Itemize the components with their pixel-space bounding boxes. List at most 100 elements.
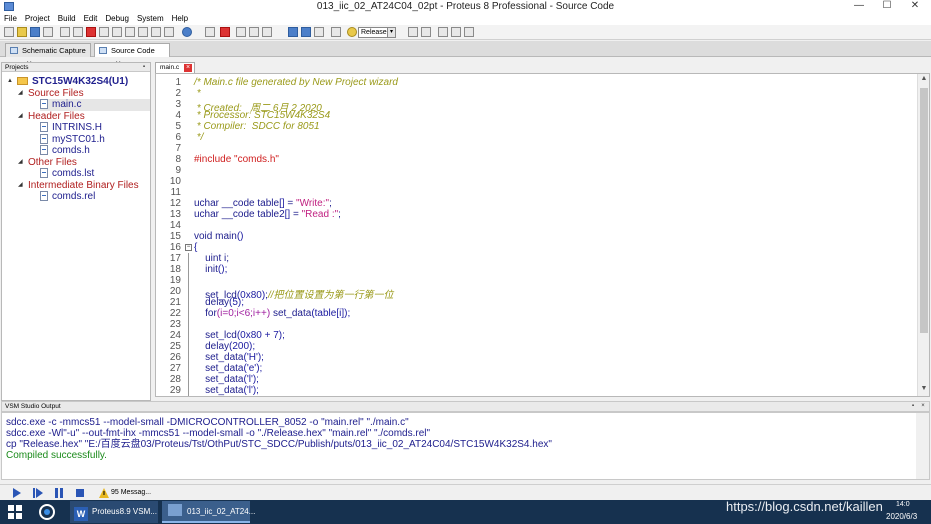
rebuild-icon[interactable] [301, 27, 311, 37]
tree-group-other-files[interactable]: ◢ Other Files [18, 157, 77, 169]
code-line[interactable]: set_data('e'); [194, 363, 262, 374]
tree-file-comds-rel[interactable]: comds.rel [40, 191, 95, 203]
menu-debug[interactable]: Debug [101, 13, 133, 25]
collapse-icon[interactable]: ◢ [18, 90, 25, 97]
code-line[interactable]: /* Main.c file generated by New Project … [194, 77, 398, 88]
code-line[interactable]: uchar __code table2[] = "Read :"; [194, 209, 341, 220]
code-line[interactable]: */ [194, 132, 204, 143]
collapse-icon[interactable]: ◢ [18, 159, 25, 166]
code-line[interactable]: uchar __code table[] = "Write:"; [194, 198, 332, 209]
close-icon[interactable]: × [184, 64, 192, 72]
close-window-button[interactable]: ✕ [901, 0, 929, 13]
close-panel-icon[interactable]: × [919, 403, 927, 410]
play-icon[interactable] [12, 488, 22, 498]
collapse-icon[interactable]: ◢ [18, 182, 25, 189]
undo-icon[interactable] [408, 27, 418, 37]
step-icon[interactable] [33, 488, 43, 498]
tab-source-code[interactable]: Source Code ✕ [94, 43, 170, 68]
code-line[interactable]: set_lcd(0x80 + 7); [194, 330, 285, 341]
menu-project[interactable]: Project [21, 13, 54, 25]
component-icon[interactable] [205, 27, 215, 37]
doc-icon[interactable] [164, 27, 174, 37]
code-line[interactable]: void main() [194, 231, 243, 242]
code-line[interactable]: set_data('l'); [194, 374, 259, 385]
output-panel[interactable]: sdcc.exe -c -mmcs51 --model-small -DMICR… [1, 412, 930, 480]
code-line[interactable]: for(i=0;i<6;i++) set_data(table[i]); [194, 308, 350, 319]
code-line[interactable]: * Processor: STC15W4K32S4 [194, 110, 330, 121]
taskbar-item-word[interactable]: W Proteus8.9 VSM... [70, 501, 158, 523]
code-line[interactable]: * Compiler: SDCC for 8051 [194, 121, 320, 132]
tree-group-header-files[interactable]: ◢ Header Files [18, 111, 85, 123]
code-editor[interactable]: 1 2 3 4 5 6 7 8 9 10 11 12 13 14 15 16 17 18 19 20 21 22 23 24 2… [155, 73, 930, 397]
paste-icon[interactable] [249, 27, 259, 37]
pcb-icon[interactable] [86, 27, 96, 37]
code-line[interactable]: uint i; [194, 253, 229, 264]
clock-date[interactable]: 2020/6/3 [886, 512, 917, 521]
3d-icon[interactable] [112, 27, 122, 37]
pause-icon[interactable] [54, 488, 64, 498]
help-icon[interactable] [182, 27, 192, 37]
minimize-button[interactable]: — [845, 0, 873, 13]
code-line[interactable]: #include "comds.h" [194, 154, 279, 165]
collapse-icon[interactable]: ▲ [7, 78, 14, 85]
scroll-up-icon[interactable]: ▲ [918, 75, 929, 85]
vertical-scrollbar[interactable]: ▲ ▼ [917, 74, 929, 396]
code-line[interactable]: * [194, 88, 201, 99]
menu-build[interactable]: Build [54, 13, 80, 25]
collapse-icon[interactable]: ◢ [18, 113, 25, 120]
tree-file-mystc01-h[interactable]: mySTC01.h [40, 134, 105, 146]
clock-time[interactable]: 14:0 [896, 501, 910, 508]
pin-icon[interactable]: ▪ [140, 64, 148, 71]
code-line[interactable]: init(); [194, 264, 227, 275]
code-line[interactable]: { [194, 242, 197, 253]
paste2-icon[interactable] [464, 27, 474, 37]
pin-icon[interactable]: ▪ [909, 403, 917, 410]
save-icon[interactable] [30, 27, 40, 37]
options-icon[interactable] [331, 27, 341, 37]
tree-file-intrins-h[interactable]: INTRINS.H [40, 122, 102, 134]
chevron-down-icon[interactable]: ▾ [387, 28, 395, 37]
copy-icon[interactable] [236, 27, 246, 37]
messages-count[interactable]: 95 Messag... [111, 488, 151, 498]
browser-icon[interactable] [38, 504, 56, 520]
copy2-icon[interactable] [451, 27, 461, 37]
tree-file-comds-lst[interactable]: comds.lst [40, 168, 94, 180]
code-line[interactable]: set_data('H'); [194, 352, 264, 363]
tree-file-comds-h[interactable]: comds.h [40, 145, 90, 157]
menu-edit[interactable]: Edit [80, 13, 102, 25]
tree-group-source-files[interactable]: ◢ Source Files [18, 88, 84, 100]
home-icon[interactable] [60, 27, 70, 37]
tab-schematic-capture[interactable]: Schematic Capture ✕ [5, 43, 91, 68]
close-project-icon[interactable] [43, 27, 53, 37]
delete-icon[interactable] [220, 27, 230, 37]
menu-system[interactable]: System [133, 13, 168, 25]
code-line[interactable]: set_data('l'); [194, 385, 259, 396]
cut-icon[interactable] [438, 27, 448, 37]
code-line[interactable]: delay(200); [194, 341, 255, 352]
tree-file-main-c[interactable]: main.c [40, 99, 150, 111]
schematic-icon[interactable] [73, 27, 83, 37]
menu-file[interactable]: File [0, 13, 21, 25]
scrollbar-thumb[interactable] [920, 88, 928, 333]
code-line[interactable]: delay(5); [194, 297, 244, 308]
stop-icon[interactable] [314, 27, 324, 37]
tree-group-intermediate-binary-files[interactable]: ◢ Intermediate Binary Files [18, 180, 139, 192]
debug-icon[interactable] [151, 27, 161, 37]
new-file-icon[interactable] [4, 27, 14, 37]
redo-icon[interactable] [421, 27, 431, 37]
windows-start-icon[interactable] [8, 505, 22, 519]
open-folder-icon[interactable] [17, 27, 27, 37]
stop-icon[interactable] [75, 488, 85, 498]
scroll-down-icon[interactable]: ▼ [918, 385, 929, 395]
maximize-button[interactable]: ☐ [873, 0, 901, 13]
taskbar-item-proteus[interactable]: 013_iic_02_AT24... [162, 501, 255, 523]
gerber-icon[interactable] [99, 27, 109, 37]
build-config-select[interactable]: Release ▾ [358, 27, 396, 38]
page-icon[interactable] [262, 27, 272, 37]
menu-help[interactable]: Help [168, 13, 192, 25]
editor-tab-main-c[interactable]: main.c × [155, 62, 195, 73]
source-code-icon[interactable] [138, 27, 148, 37]
gear-icon[interactable] [347, 27, 357, 37]
tree-root[interactable]: ▲ STC15W4K32S4(U1) [7, 76, 128, 88]
bom-icon[interactable] [125, 27, 135, 37]
